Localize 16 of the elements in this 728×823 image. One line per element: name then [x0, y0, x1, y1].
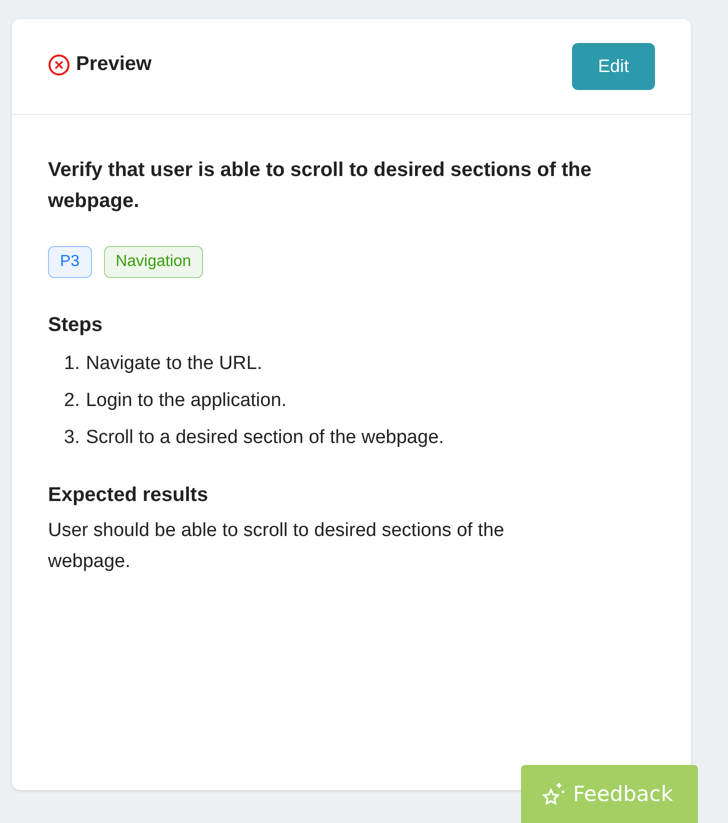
expected-results-heading: Expected results: [48, 484, 210, 507]
test-case-summary: Verify that user is able to scroll to desired sections of the webpage.: [48, 158, 592, 214]
edit-button[interactable]: Edit: [572, 43, 655, 90]
step-number: 3.: [64, 426, 80, 450]
sparkle-star-icon: [541, 781, 567, 807]
tag: Navigation: [104, 246, 204, 278]
step-text: Navigate to the URL.: [86, 352, 262, 376]
expected-results-text: User should be able to scroll to desired sections of the webpage.: [48, 519, 506, 574]
preview-title: Preview: [76, 53, 152, 76]
step-text: Scroll to a desired section of the webpage.: [86, 426, 444, 450]
step-number: 2.: [64, 389, 80, 413]
feedback-button[interactable]: Feedback: [521, 765, 698, 823]
tag: P3: [48, 246, 92, 278]
step-number: 1.: [64, 352, 80, 376]
steps-heading: Steps: [48, 314, 104, 337]
step-text: Login to the application.: [86, 389, 287, 413]
